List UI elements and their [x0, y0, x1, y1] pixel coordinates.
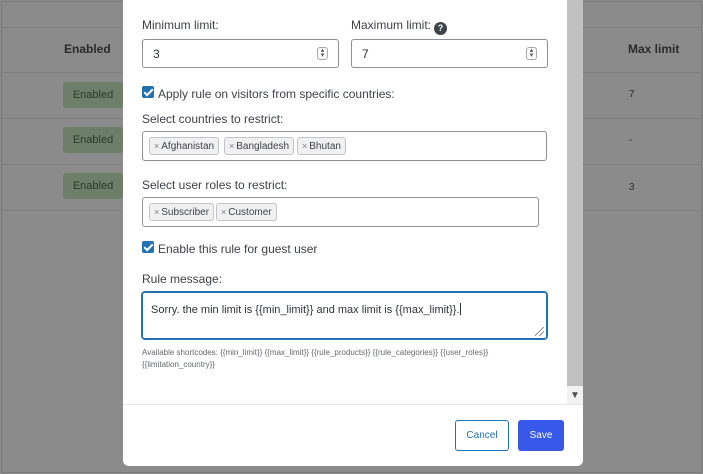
column-header-max-limit: Max limit	[628, 42, 680, 56]
country-tag: × Afghanistan	[149, 137, 220, 155]
rule-message-label: Rule message:	[142, 272, 223, 286]
remove-tag-icon[interactable]: ×	[221, 207, 226, 217]
country-tag-label: Bangladesh	[236, 141, 290, 152]
roles-select[interactable]: × Subscriber × Customer	[142, 197, 539, 227]
max-limit-value: 7	[362, 47, 369, 61]
min-limit-input[interactable]: 3 ▴ ▾	[142, 39, 339, 68]
save-button[interactable]: Save	[518, 420, 564, 451]
country-tag: × Bangladesh	[224, 137, 295, 155]
status-badge: Enabled	[63, 173, 123, 199]
remove-tag-icon[interactable]: ×	[154, 207, 159, 217]
guest-rule-label: Enable this rule for guest user	[158, 242, 318, 256]
status-badge: Enabled	[63, 82, 123, 108]
scrollbar-thumb[interactable]	[567, 0, 583, 386]
roles-label: Select user roles to restrict:	[142, 178, 288, 192]
resize-handle-icon[interactable]	[535, 327, 544, 336]
role-tag: × Customer	[216, 203, 277, 221]
role-tag: × Subscriber	[149, 203, 215, 221]
country-tag-label: Bhutan	[309, 141, 341, 152]
text-caret	[459, 303, 461, 315]
max-limit-input[interactable]: 7 ▴ ▾	[351, 39, 548, 68]
countries-select[interactable]: × Afghanistan × Bangladesh × Bhutan	[142, 131, 547, 161]
role-tag-label: Customer	[228, 207, 272, 218]
max-limit-value: 7	[629, 89, 635, 100]
guest-rule-checkbox[interactable]	[142, 241, 154, 253]
min-limit-label: Minimum limit:	[142, 18, 219, 32]
apply-countries-label: Apply rule on visitors from specific cou…	[158, 87, 395, 101]
chevron-down-icon[interactable]: ▼	[570, 390, 580, 401]
countries-label: Select countries to restrict:	[142, 112, 284, 126]
remove-tag-icon[interactable]: ×	[302, 141, 307, 151]
country-tag: × Bhutan	[297, 137, 346, 155]
remove-tag-icon[interactable]: ×	[154, 141, 159, 151]
status-badge: Enabled	[63, 127, 123, 153]
column-header-enabled: Enabled	[64, 42, 111, 56]
modal-footer	[123, 404, 583, 466]
max-limit-label-text: Maximum limit:	[351, 18, 431, 32]
shortcodes-hint: Available shortcodes: {{min_limit}} {{ma…	[142, 348, 489, 369]
rule-message-textarea[interactable]: Sorry. the min limit is {{min_limit}} an…	[142, 292, 547, 339]
remove-tag-icon[interactable]: ×	[229, 141, 234, 151]
cancel-button[interactable]: Cancel	[455, 420, 509, 451]
spinner-arrows-icon[interactable]: ▴ ▾	[317, 47, 328, 60]
apply-countries-checkbox[interactable]	[142, 86, 154, 98]
spinner-arrows-icon[interactable]: ▴ ▾	[526, 47, 537, 60]
min-limit-value: 3	[153, 47, 160, 61]
modal-body: Minimum limit: 3 ▴ ▾ Maximum limit:? 7 ▴ ▾…	[123, 0, 567, 404]
country-tag-label: Afghanistan	[161, 141, 215, 152]
role-tag-label: Subscriber	[161, 207, 210, 218]
rule-edit-modal: Minimum limit: 3 ▴ ▾ Maximum limit:? 7 ▴ ▾…	[123, 0, 583, 466]
question-circle-icon[interactable]: ?	[434, 22, 447, 35]
max-limit-label: Maximum limit:?	[351, 18, 447, 35]
rule-message-text: Sorry. the min limit is {{min_limit}} an…	[151, 304, 460, 316]
max-limit-value: -	[629, 135, 633, 146]
max-limit-value: 3	[629, 182, 635, 193]
